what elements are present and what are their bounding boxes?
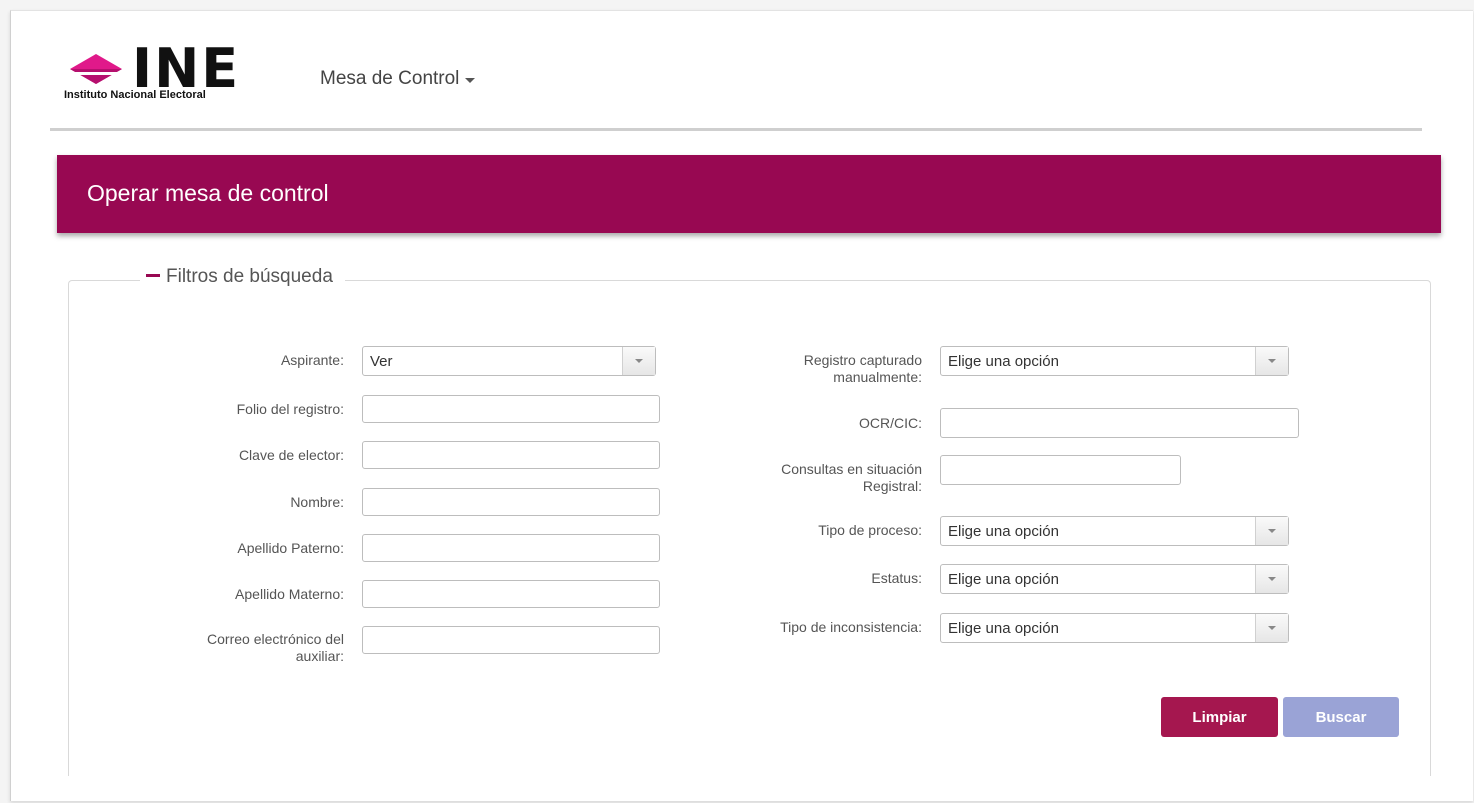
registro-label-line2: manualmente: <box>833 369 922 385</box>
tipo-proceso-select[interactable]: Elige una opción <box>940 516 1289 546</box>
consultas-label-line2: Registral: <box>862 478 922 494</box>
logo-text: INE <box>132 37 241 100</box>
consultas-input[interactable] <box>940 455 1181 485</box>
apellido-paterno-input[interactable] <box>362 534 660 562</box>
consultas-label: Consultas en situación Registral: <box>720 461 922 495</box>
buscar-button[interactable]: Buscar <box>1283 697 1399 737</box>
limpiar-button[interactable]: Limpiar <box>1161 697 1278 737</box>
caret-down-icon <box>465 77 476 83</box>
clave-elector-input[interactable] <box>362 441 660 469</box>
page-banner: Operar mesa de control <box>57 155 1441 233</box>
aspirante-value: Ver <box>370 352 393 370</box>
registro-label: Registro capturado manualmente: <box>720 352 922 386</box>
correo-label-line2: auxiliar: <box>295 648 344 664</box>
consultas-label-line1: Consultas en situación <box>781 461 922 477</box>
filters-toggle[interactable]: Filtros de búsqueda <box>140 266 345 288</box>
filters-legend: Filtros de búsqueda <box>166 266 333 287</box>
header-divider <box>50 128 1422 131</box>
tipo-inconsistencia-label: Tipo de inconsistencia: <box>780 619 922 635</box>
ine-diamond-icon <box>66 54 126 84</box>
apellido-materno-input[interactable] <box>362 580 660 608</box>
ocr-cic-input[interactable] <box>940 408 1299 438</box>
estatus-select[interactable]: Elige una opción <box>940 564 1289 594</box>
correo-label-line1: Correo electrónico del <box>207 631 344 647</box>
aspirante-select[interactable]: Ver <box>362 346 656 376</box>
materno-label: Apellido Materno: <box>235 586 344 602</box>
dropdown-arrow-icon <box>1255 565 1288 593</box>
nombre-input[interactable] <box>362 488 660 516</box>
aspirante-label: Aspirante: <box>280 352 344 368</box>
ocr-label: OCR/CIC: <box>859 415 922 431</box>
folio-label: Folio del registro: <box>236 401 344 417</box>
menu-label: Mesa de Control <box>320 68 460 89</box>
ine-logo[interactable]: INE Instituto Nacional Electoral <box>64 42 280 106</box>
nombre-label: Nombre: <box>290 494 344 510</box>
correo-label: Correo electrónico del auxiliar: <box>150 631 344 665</box>
tipo-proceso-label: Tipo de proceso: <box>818 522 922 538</box>
tipo-inconsistencia-select[interactable]: Elige una opción <box>940 613 1289 643</box>
estatus-label: Estatus: <box>871 570 922 586</box>
tipo-proceso-value: Elige una opción <box>948 522 1059 540</box>
clave-label: Clave de elector: <box>238 447 344 463</box>
folio-input[interactable] <box>362 395 660 423</box>
mesa-de-control-menu[interactable]: Mesa de Control <box>320 68 476 90</box>
tipo-inconsistencia-value: Elige una opción <box>948 619 1059 637</box>
page-title: Operar mesa de control <box>87 180 329 206</box>
dropdown-arrow-icon <box>1255 347 1288 375</box>
logo-subtitle: Instituto Nacional Electoral <box>64 89 206 101</box>
dropdown-arrow-icon <box>1255 517 1288 545</box>
dropdown-arrow-icon <box>622 347 655 375</box>
registro-label-line1: Registro capturado <box>803 352 922 368</box>
collapse-icon <box>146 273 160 277</box>
registro-value: Elige una opción <box>948 352 1059 370</box>
dropdown-arrow-icon <box>1255 614 1288 642</box>
correo-input[interactable] <box>362 626 660 654</box>
registro-manual-select[interactable]: Elige una opción <box>940 346 1289 376</box>
paterno-label: Apellido Paterno: <box>237 540 344 556</box>
estatus-value: Elige una opción <box>948 570 1059 588</box>
